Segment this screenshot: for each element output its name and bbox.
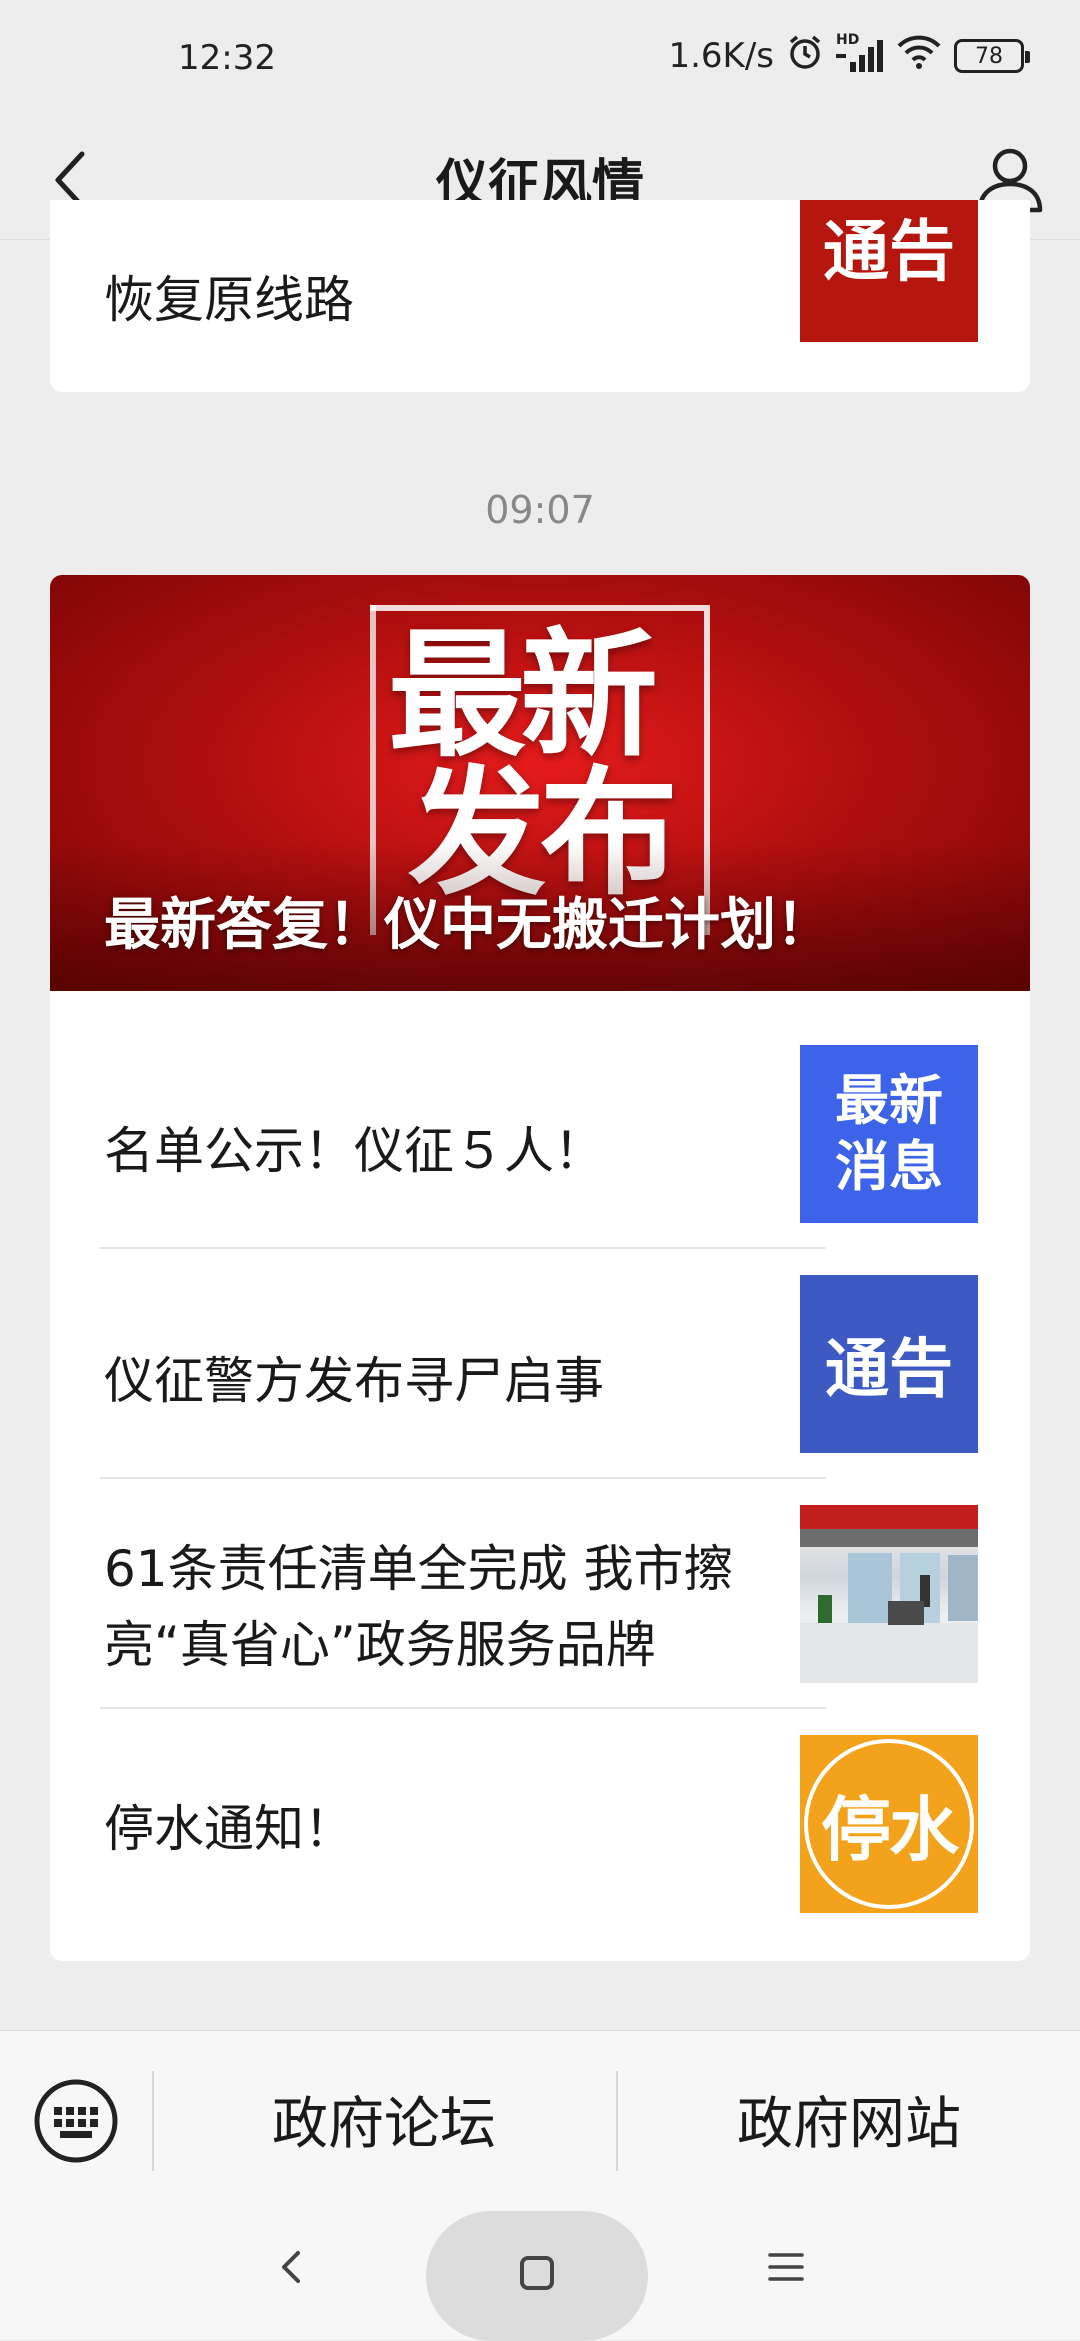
menu-icon [768, 2253, 804, 2281]
nav-back-button[interactable] [272, 2247, 312, 2291]
article-thumbnail: 最新 消息 [800, 1045, 978, 1223]
divider [100, 1247, 826, 1249]
wifi-icon [896, 34, 942, 79]
article-title: 停水通知！ [104, 1800, 354, 1858]
system-nav-bar [0, 2175, 1080, 2341]
status-indicators: 1.6K/s HD 78 [668, 32, 1030, 80]
divider [100, 1707, 826, 1709]
thumbnail-text: 最新 消息 [835, 1069, 943, 1198]
article-thumbnail: 通告 [800, 1275, 978, 1453]
article-thumbnail: 通告 [800, 200, 978, 342]
keyboard-toggle-button[interactable] [32, 2077, 120, 2165]
keyboard-icon [34, 2079, 118, 2163]
office-photo-image [800, 1505, 978, 1683]
bottom-menu-bar: 政府论坛 政府网站 [0, 2030, 1080, 2175]
thumbnail-text: 通告 [823, 213, 955, 290]
list-item[interactable]: 名单公示！仪征５人！ 最新 消息 [50, 1045, 1030, 1275]
hero-article[interactable]: 最新 发布 最新答复！仪中无搬迁计划！ [50, 575, 1030, 991]
home-icon [520, 2256, 554, 2290]
status-bar: 12:32 1.6K/s HD 78 [0, 0, 1080, 120]
network-speed: 1.6K/s [668, 36, 774, 76]
nav-home-button[interactable] [426, 2211, 648, 2341]
message-timestamp: 09:07 [485, 488, 595, 532]
article-title: 名单公示！仪征５人！ [104, 1122, 604, 1180]
nav-menu-button[interactable] [766, 2247, 806, 2291]
thumbnail-text: 通告 [825, 1333, 953, 1407]
news-card: 最新 发布 最新答复！仪中无搬迁计划！ 名单公示！仪征５人！ 最新 消息 仪征警… [50, 575, 1030, 1961]
alarm-icon [786, 33, 824, 80]
thumbnail-text: 停水 [821, 1788, 959, 1871]
menu-item-gov-website[interactable]: 政府网站 [618, 2079, 1080, 2160]
list-item[interactable]: 61条责任清单全完成 我市擦亮“真省心”政务服务品牌 [50, 1505, 1030, 1735]
article-title: 仪征警方发布寻尸启事 [104, 1352, 604, 1410]
battery-icon: 78 [954, 39, 1030, 73]
article-title: 恢复原线路 [104, 271, 354, 329]
article-title: 61条责任清单全完成 我市擦亮“真省心”政务服务品牌 [104, 1540, 734, 1674]
cell-signal-icon: HD [836, 32, 884, 74]
divider [100, 1477, 826, 1479]
article-card[interactable]: 恢复原线路 通告 [50, 200, 1030, 392]
thumbnail-badge: 停水 [804, 1739, 974, 1909]
article-thumbnail: 停水 [800, 1735, 978, 1913]
list-item[interactable]: 停水通知！ 停水 [50, 1735, 1030, 1961]
hero-caption: 最新答复！仪中无搬迁计划！ [104, 893, 832, 958]
list-item[interactable]: 仪征警方发布寻尸启事 通告 [50, 1275, 1030, 1505]
menu-item-gov-forum[interactable]: 政府论坛 [154, 2079, 614, 2160]
back-icon [282, 2251, 300, 2283]
article-photo [800, 1505, 978, 1683]
hero-image-text: 最新 [388, 615, 658, 776]
status-time: 12:32 [178, 38, 276, 78]
